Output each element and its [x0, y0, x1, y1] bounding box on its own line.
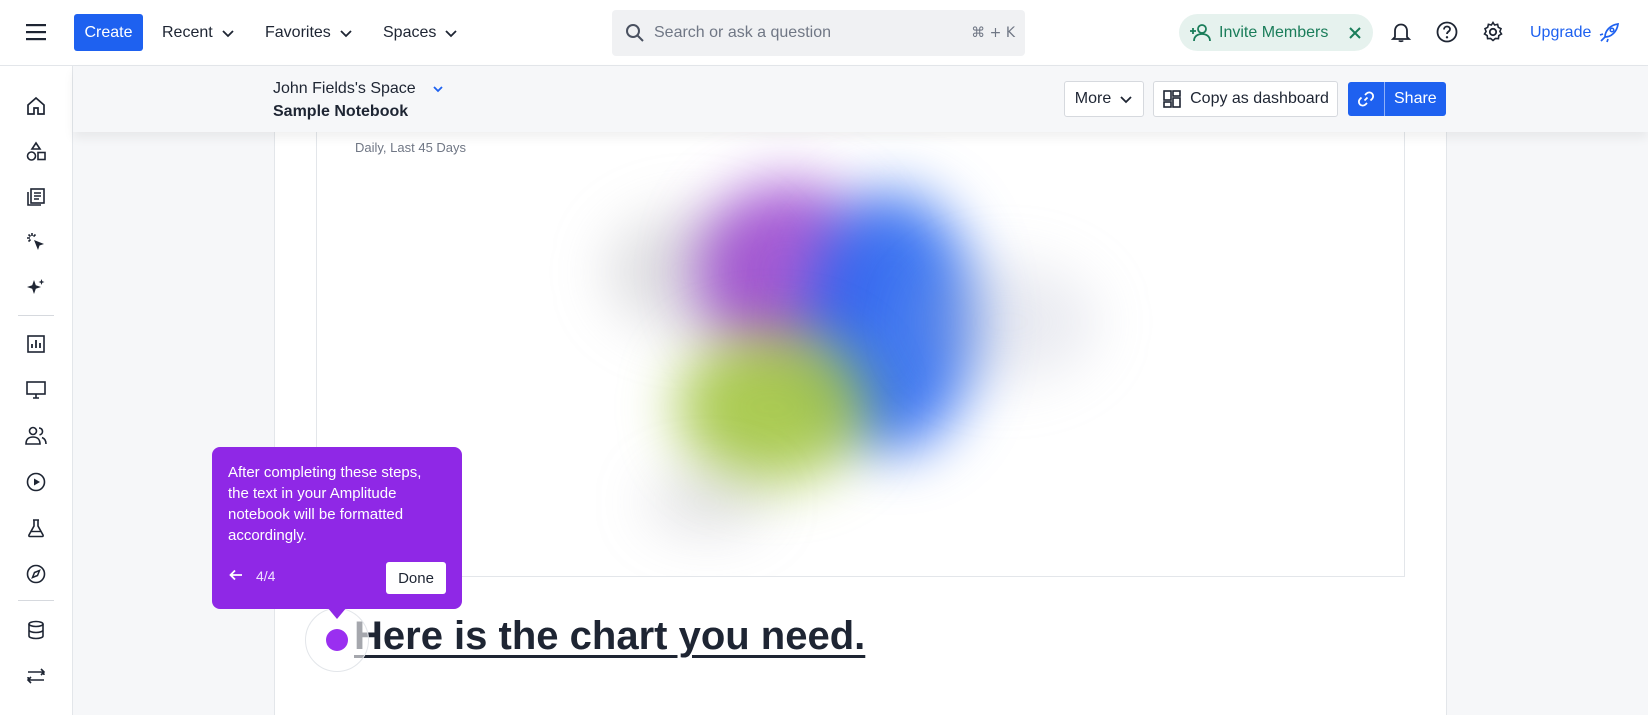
add-user-icon: [1190, 23, 1211, 41]
space-selector[interactable]: John Fields's Space: [273, 80, 444, 98]
pipeline-icon[interactable]: [22, 662, 50, 690]
copy-as-dashboard-label: Copy as dashboard: [1190, 90, 1329, 107]
favorites-label: Favorites: [265, 23, 331, 41]
compass-icon[interactable]: [22, 560, 50, 588]
close-icon[interactable]: [1347, 25, 1363, 41]
chart-subtitle: Daily, Last 45 Days: [355, 140, 467, 155]
notebook-title: Sample Notebook: [273, 103, 409, 120]
upgrade-button[interactable]: Upgrade: [1530, 14, 1621, 51]
copy-as-dashboard-button[interactable]: Copy as dashboard: [1153, 81, 1338, 117]
invite-members-button[interactable]: Invite Members: [1219, 24, 1328, 42]
search-bar: ⌘ + K: [612, 10, 1025, 56]
chevron-down-icon: [222, 29, 234, 37]
chart-card: Daily, Last 45 Days: [316, 132, 1405, 577]
top-bar: Create Recent Favorites Spaces ⌘ + K Inv…: [0, 0, 1648, 66]
sidebar-divider: [18, 600, 54, 601]
spaces-menu[interactable]: Spaces: [383, 14, 458, 51]
chart-icon[interactable]: [22, 330, 50, 358]
chevron-down-icon: [1120, 96, 1132, 104]
sidebar: [0, 66, 73, 715]
users-icon[interactable]: [22, 422, 50, 450]
database-icon[interactable]: [22, 616, 50, 644]
monitor-icon[interactable]: [22, 376, 50, 404]
more-button[interactable]: More: [1064, 81, 1144, 117]
flask-icon[interactable]: [22, 514, 50, 542]
tooltip-tail: [327, 607, 347, 619]
spaces-label: Spaces: [383, 23, 437, 41]
gear-icon[interactable]: [1479, 18, 1507, 46]
search-icon: [626, 24, 644, 42]
more-label: More: [1074, 90, 1112, 107]
content-icon[interactable]: [22, 183, 50, 211]
create-button[interactable]: Create: [74, 14, 143, 51]
tooltip-text: After completing these steps, the text i…: [228, 464, 422, 544]
chevron-down-icon: [340, 29, 352, 37]
upgrade-label: Upgrade: [1530, 23, 1592, 41]
invite-members-banner: Invite Members: [1179, 14, 1373, 51]
tour-tooltip: After completing these steps, the text i…: [212, 447, 462, 619]
sparkle-icon[interactable]: [22, 274, 50, 302]
home-icon[interactable]: [22, 92, 50, 120]
menu-icon[interactable]: [22, 20, 50, 44]
share-label: Share: [1394, 90, 1437, 107]
favorites-menu[interactable]: Favorites: [265, 14, 353, 51]
search-input[interactable]: [654, 24, 972, 42]
recent-label: Recent: [162, 23, 213, 41]
click-icon[interactable]: [22, 228, 50, 256]
bell-icon[interactable]: [1387, 18, 1415, 46]
link-icon[interactable]: [1348, 82, 1385, 116]
help-icon[interactable]: [1433, 18, 1461, 46]
share-button[interactable]: Share: [1348, 82, 1446, 116]
space-name: John Fields's Space: [273, 80, 416, 97]
replay-icon[interactable]: [22, 468, 50, 496]
arrow-left-icon[interactable]: [226, 565, 246, 585]
tooltip-step-counter: 4/4: [256, 568, 276, 584]
shapes-icon[interactable]: [22, 138, 50, 166]
search-shortcut: ⌘ + K: [971, 25, 1015, 41]
rocket-icon: [1600, 22, 1620, 42]
notebook-heading[interactable]: Here is the chart you need.: [354, 614, 865, 659]
recent-menu[interactable]: Recent: [162, 14, 235, 51]
chevron-down-icon: [445, 29, 458, 37]
done-button[interactable]: Done: [386, 562, 446, 594]
sidebar-divider: [18, 315, 54, 316]
dashboard-icon: [1163, 90, 1181, 108]
chevron-down-icon: [433, 86, 443, 93]
tour-beacon[interactable]: [326, 629, 348, 651]
